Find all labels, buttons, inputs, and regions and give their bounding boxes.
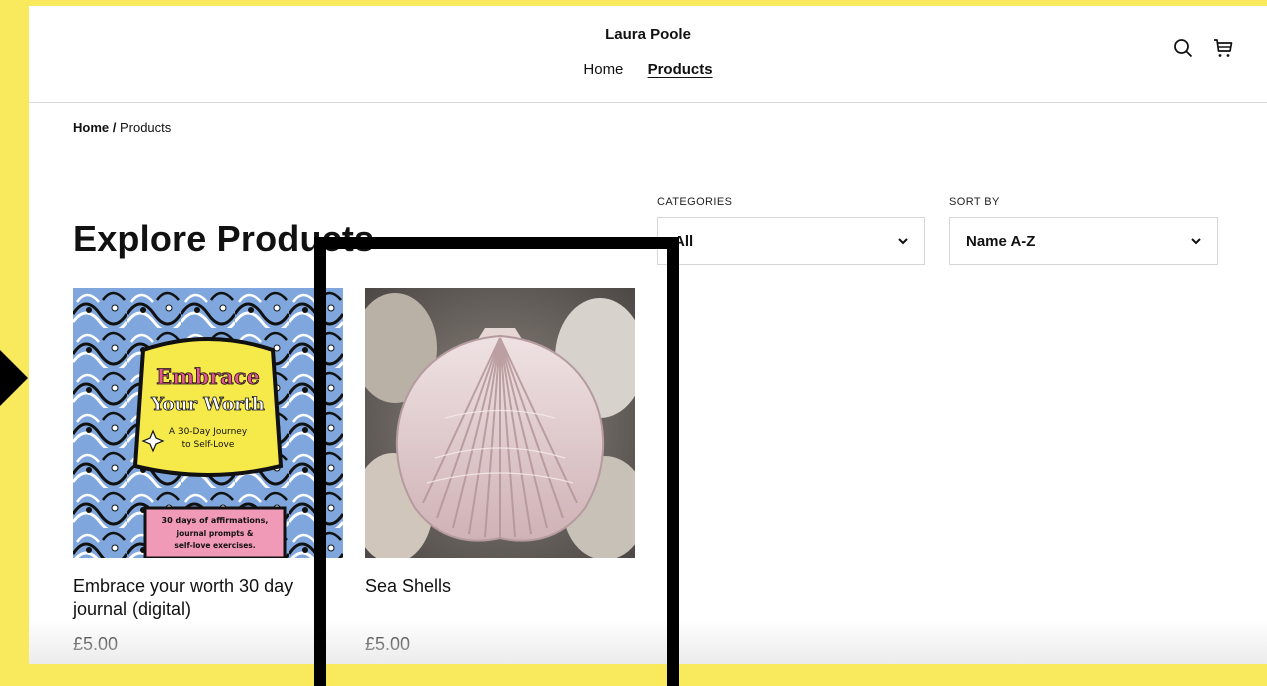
sort-label: SORT BY <box>949 196 1000 208</box>
cart-icon[interactable] <box>1211 36 1235 60</box>
product-price: £5.00 <box>73 634 119 654</box>
main-nav: Home Products <box>29 61 1267 78</box>
product-price: £5.00 <box>365 634 411 654</box>
bottom-fade <box>29 619 1267 664</box>
journal-cover-subtitle: A 30-Day Journey <box>169 427 248 437</box>
product-card[interactable]: Sea Shells £5.00 <box>365 288 635 654</box>
header-actions <box>1171 36 1235 60</box>
nav-home[interactable]: Home <box>583 61 623 78</box>
breadcrumb: Home / Products <box>73 120 171 135</box>
product-card[interactable]: Embrace Your Worth A 30-Day Journey to S… <box>73 288 343 654</box>
product-name[interactable]: Sea Shells <box>365 575 635 598</box>
breadcrumb-current: Products <box>119 120 172 135</box>
journal-cover-subtitle: to Self-Love <box>182 440 235 450</box>
product-image[interactable] <box>365 288 635 558</box>
store-page: Laura Poole Home Products Home / Product… <box>29 6 1267 664</box>
journal-cover-title: Your Worth <box>150 394 265 415</box>
search-icon[interactable] <box>1171 36 1195 60</box>
journal-cover-footer: 30 days of affirmations, <box>162 516 269 525</box>
categories-value: All <box>674 232 694 250</box>
journal-cover-footer: self-love exercises. <box>174 541 255 550</box>
categories-select[interactable]: All <box>657 217 925 265</box>
arrow-pointer-icon <box>0 350 28 406</box>
site-header: Laura Poole Home Products <box>29 6 1267 103</box>
product-name[interactable]: Embrace your worth 30 day journal (digit… <box>73 575 343 621</box>
product-image[interactable]: Embrace Your Worth A 30-Day Journey to S… <box>73 288 343 558</box>
categories-label: CATEGORIES <box>657 196 733 208</box>
chevron-down-icon <box>1191 238 1201 245</box>
journal-cover-footer: journal prompts & <box>176 529 254 538</box>
site-title[interactable]: Laura Poole <box>29 26 1267 43</box>
nav-products[interactable]: Products <box>648 61 713 78</box>
journal-cover-title: Embrace <box>156 364 260 389</box>
sort-select[interactable]: Name A-Z <box>949 217 1218 265</box>
chevron-down-icon <box>898 238 908 245</box>
sort-value: Name A-Z <box>966 232 1036 250</box>
breadcrumb-home[interactable]: Home / <box>73 120 116 135</box>
page-title: Explore Products <box>73 218 375 259</box>
